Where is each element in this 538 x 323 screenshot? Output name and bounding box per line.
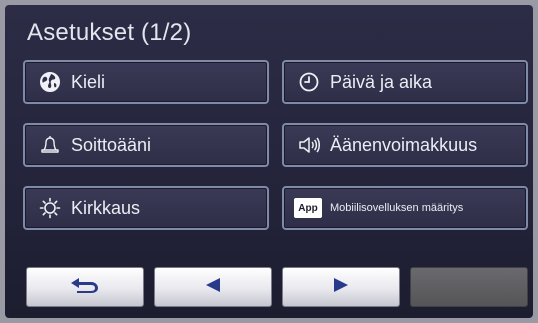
mobile-app-setup-button[interactable]: App Mobiilisovelluksen määritys — [282, 186, 528, 230]
triangle-right-icon — [331, 276, 351, 299]
bell-icon — [39, 134, 61, 156]
globe-icon — [39, 71, 61, 93]
page-title: Asetukset (1/2) — [27, 19, 192, 46]
volume-button[interactable]: Äänenvoimakkuus — [282, 123, 528, 167]
language-label: Kieli — [71, 71, 106, 92]
brightness-label: Kirkkaus — [71, 197, 141, 218]
date-time-button[interactable]: Päivä ja aika — [282, 60, 528, 104]
app-icon: App — [294, 198, 322, 218]
previous-page-button[interactable] — [154, 267, 272, 307]
clock-icon — [298, 71, 320, 93]
disabled-nav-button — [410, 267, 528, 307]
ringtone-button[interactable]: Soittoääni — [23, 123, 269, 167]
settings-screen: Asetukset (1/2) Kieli Päivä ja aika Soit… — [5, 5, 533, 318]
back-button[interactable] — [26, 267, 144, 307]
ringtone-label: Soittoääni — [71, 134, 152, 155]
return-arrow-icon — [67, 275, 103, 300]
speaker-icon — [298, 134, 320, 156]
next-page-button[interactable] — [282, 267, 400, 307]
language-button[interactable]: Kieli — [23, 60, 269, 104]
date-time-label: Päivä ja aika — [330, 71, 433, 92]
brightness-button[interactable]: Kirkkaus — [23, 186, 269, 230]
volume-label: Äänenvoimakkuus — [330, 134, 478, 155]
mobile-app-setup-label: Mobiilisovelluksen määritys — [330, 202, 464, 214]
triangle-left-icon — [203, 276, 223, 299]
sun-icon — [39, 197, 61, 219]
